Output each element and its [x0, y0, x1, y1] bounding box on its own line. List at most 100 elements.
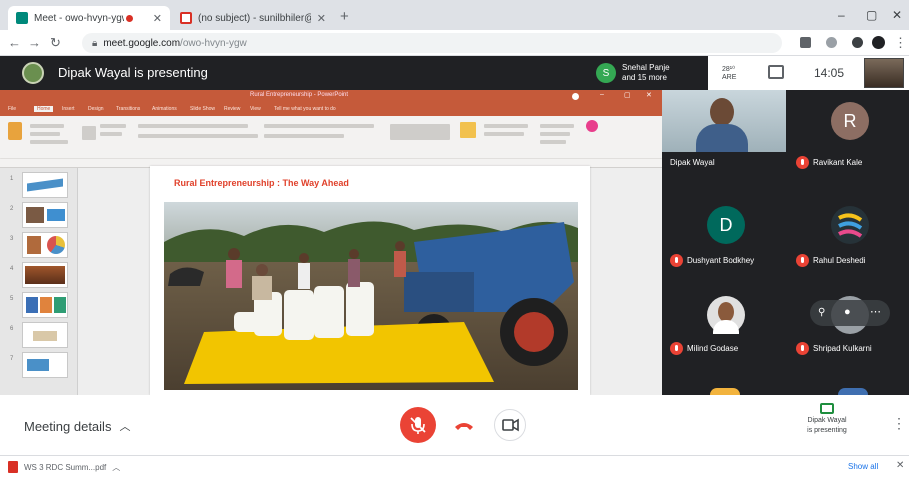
participant-grid: Dipak Wayal R Ravikant Kale D Dushyant B…	[662, 90, 909, 395]
mute-participant-icon[interactable]: ●	[844, 306, 851, 318]
slide-number: 3	[10, 236, 14, 242]
ppt-title-bar: Rural Entrepreneurship - PowerPoint – ▢ …	[0, 90, 662, 104]
mic-off-icon	[410, 417, 426, 434]
presenting-status-button[interactable]: Dipak Wayal is presenting	[790, 403, 864, 436]
slide-thumbnail[interactable]	[22, 172, 68, 198]
slide-number: 5	[10, 296, 14, 302]
participant-name: Dushyant Bodkhey	[687, 256, 755, 265]
participant-tile[interactable]: Rahul Deshedi	[786, 194, 909, 280]
ppt-tab-view[interactable]: View	[250, 106, 261, 112]
slide-thumbnail[interactable]	[22, 232, 68, 258]
participant-tile[interactable]: D Dushyant Bodkhey	[662, 194, 786, 280]
meet-favicon-icon	[16, 12, 28, 24]
minimize-icon[interactable]: –	[838, 8, 845, 22]
ppt-tab-file[interactable]: File	[8, 106, 16, 112]
presenter-avatar	[22, 62, 44, 84]
download-shelf: WS 3 RDC Summ...pdf ︿ Show all ✕	[0, 455, 909, 478]
presentation-stage: Rural Entrepreneurship - PowerPoint – ▢ …	[0, 90, 662, 395]
participant-name: Milind Godase	[687, 344, 739, 353]
profile-avatar-icon[interactable]	[872, 36, 885, 49]
participant-tile[interactable]: ⚲ ● ⋯ Shripad Kulkarni	[786, 290, 909, 376]
slide-number: 1	[10, 176, 14, 182]
ppt-tab-review[interactable]: Review	[224, 106, 240, 112]
paste-icon[interactable]	[8, 122, 22, 140]
ppt-window-title: Rural Entrepreneurship - PowerPoint	[250, 92, 349, 98]
close-tab-icon[interactable]: ✕	[311, 12, 326, 25]
download-item[interactable]: WS 3 RDC Summ...pdf ︿	[8, 461, 120, 473]
maximize-icon[interactable]: ▢	[866, 8, 877, 22]
extensions-icon[interactable]	[852, 37, 863, 48]
show-all-downloads-link[interactable]: Show all	[848, 462, 878, 471]
participant-avatar: D	[707, 206, 745, 244]
chip-line-2: and 15 more	[622, 73, 667, 82]
lock-icon: 🔒︎	[92, 37, 98, 49]
participants-chip[interactable]: S Snehal Panje and 15 more	[596, 60, 700, 86]
ppt-tab-slideshow[interactable]: Slide Show	[190, 106, 215, 112]
participant-avatar-partial	[838, 388, 868, 395]
participant-name: Dipak Wayal	[670, 158, 715, 167]
ppt-tab-transitions[interactable]: Transitions	[116, 106, 140, 112]
more-options-icon[interactable]: ⋮	[892, 415, 906, 432]
self-view-thumbnail[interactable]	[864, 58, 904, 88]
toggle-camera-button[interactable]	[494, 409, 526, 441]
tab-meet-label: Meet - owo-hvyn-ygw	[34, 12, 124, 24]
url-input[interactable]: 🔒︎ meet.google.com /owo-hvyn-ygw	[82, 33, 782, 53]
present-status-line1: Dipak Wayal	[807, 417, 847, 424]
slide-thumbnail[interactable]	[22, 352, 68, 378]
participant-tile-video[interactable]: Dipak Wayal	[662, 90, 786, 176]
designer-icon[interactable]	[586, 120, 598, 132]
chat-icon[interactable]	[768, 65, 784, 79]
star-icon[interactable]	[826, 37, 837, 48]
gmail-favicon-icon	[180, 12, 192, 24]
muted-icon	[796, 156, 809, 169]
chevron-up-icon[interactable]: ︿	[112, 462, 120, 473]
close-window-icon[interactable]: ✕	[892, 8, 902, 22]
recording-dot-icon	[126, 14, 133, 22]
slide-thumbnail[interactable]	[22, 262, 68, 288]
present-status-line2: is presenting	[807, 427, 847, 434]
new-tab-icon[interactable]: +	[340, 8, 349, 25]
ppt-minimize-icon[interactable]: –	[600, 91, 604, 98]
close-tab-icon[interactable]: ✕	[147, 12, 162, 25]
ppt-close-icon[interactable]: ✕	[646, 91, 652, 99]
participant-tile[interactable]: R Ravikant Kale	[786, 90, 909, 176]
meeting-details-button[interactable]: Meeting details ︿	[24, 418, 130, 434]
ppt-tab-insert[interactable]: Insert	[62, 106, 75, 112]
camera-permission-icon[interactable]	[800, 37, 811, 48]
participant-tile[interactable]: Milind Godase	[662, 290, 786, 376]
ppt-maximize-icon[interactable]: ▢	[624, 91, 631, 99]
slide-number: 7	[10, 356, 14, 362]
browser-menu-icon[interactable]: ⋮	[894, 35, 907, 51]
leave-call-button[interactable]	[448, 409, 480, 441]
forward-icon[interactable]: →	[28, 35, 41, 50]
slide-thumbnail[interactable]	[22, 322, 68, 348]
ppt-tab-design[interactable]: Design	[88, 106, 104, 112]
ppt-tell-me[interactable]: Tell me what you want to do	[274, 106, 336, 112]
tab-gmail[interactable]: (no subject) - sunilbhiler@smtp... ✕	[172, 6, 334, 30]
unmute-mic-button[interactable]	[400, 407, 436, 443]
back-icon[interactable]: ←	[8, 35, 21, 50]
slide-thumbnail[interactable]	[22, 292, 68, 318]
muted-icon	[796, 342, 809, 355]
download-filename: WS 3 RDC Summ...pdf	[24, 462, 107, 472]
participant-avatar-photo	[707, 296, 745, 334]
current-slide: Rural Entrepreneurship : The Way Ahead	[150, 166, 590, 395]
slide-thumbnail[interactable]	[22, 202, 68, 228]
people-count-label: ARE	[722, 74, 737, 81]
participant-name: Shripad Kulkarni	[813, 344, 872, 353]
hang-up-icon	[455, 423, 473, 430]
tab-meet[interactable]: Meet - owo-hvyn-ygw ✕	[8, 6, 170, 30]
user-account-icon[interactable]	[572, 93, 579, 100]
ppt-tab-home[interactable]: Home	[34, 106, 54, 112]
slide-number: 6	[10, 326, 14, 332]
reload-icon[interactable]: ↻	[50, 35, 61, 51]
ppt-ribbon	[0, 116, 662, 168]
present-screen-icon	[820, 403, 834, 414]
pin-icon[interactable]: ⚲	[818, 307, 825, 318]
more-options-icon[interactable]: ⋯	[870, 305, 881, 318]
close-shelf-icon[interactable]: ✕	[896, 460, 904, 471]
ppt-tab-animations[interactable]: Animations	[152, 106, 177, 112]
participant-avatar-logo	[831, 206, 869, 244]
people-button[interactable]: 28¹⁰ ARE	[722, 66, 736, 82]
people-count-value: 28¹⁰	[722, 66, 735, 73]
